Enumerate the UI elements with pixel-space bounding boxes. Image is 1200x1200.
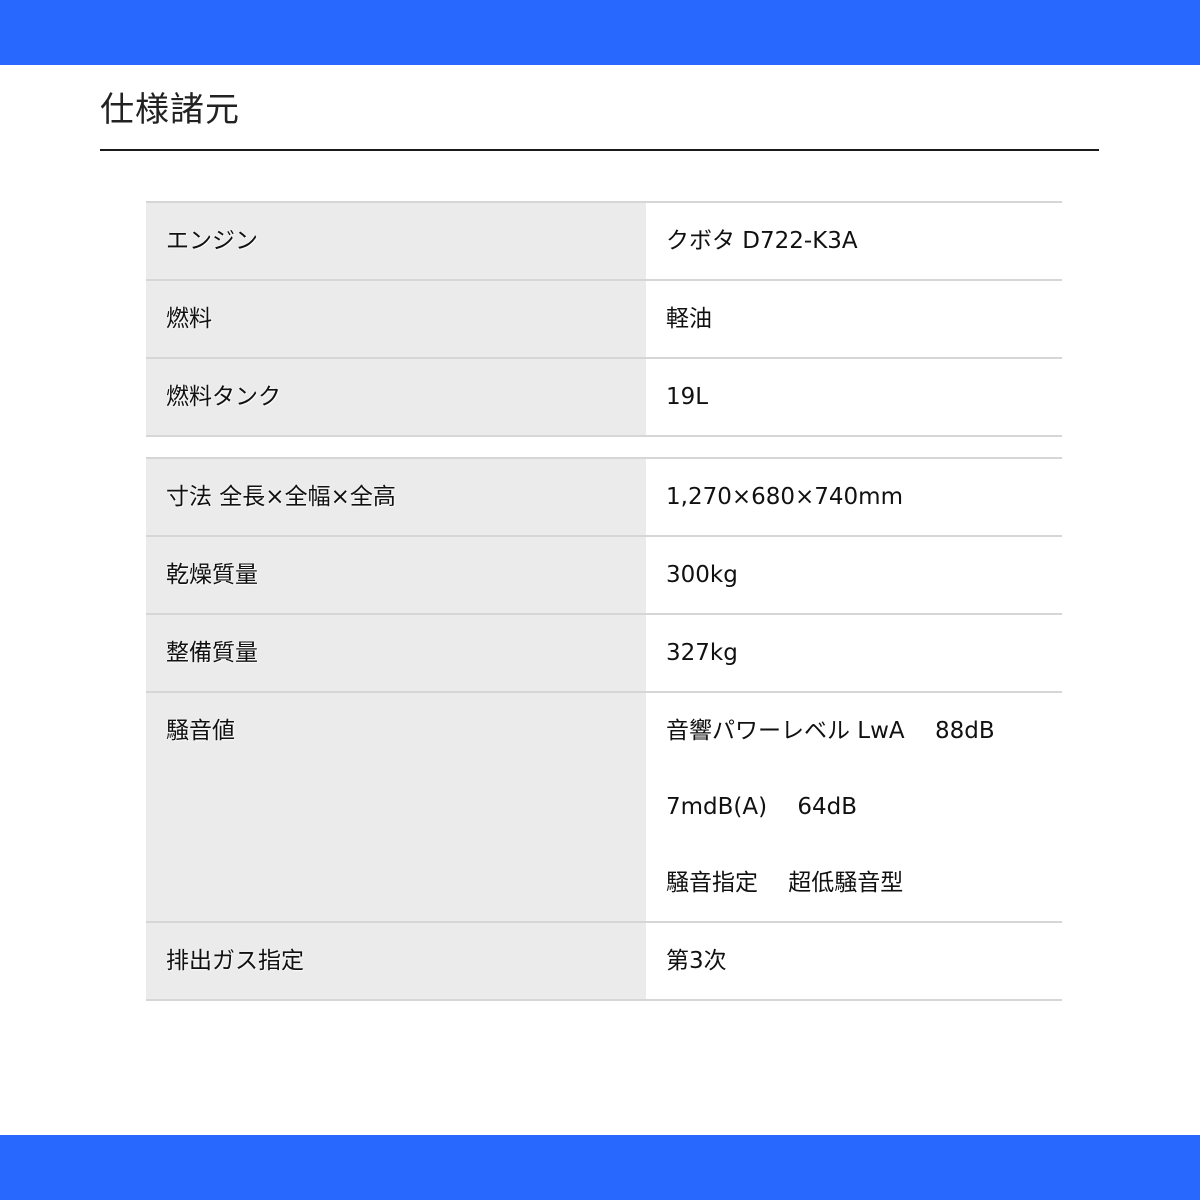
spec-label-service-mass: 整備質量	[146, 614, 646, 692]
spec-label-noise: 騒音値	[146, 692, 646, 922]
table-row: 燃料タンク 19L	[146, 358, 1062, 436]
spec-label-engine: エンジン	[146, 202, 646, 280]
spec-label-dimensions: 寸法 全長×全幅×全高	[146, 458, 646, 536]
noise-7m-level: 7mdB(A) 64dB	[666, 794, 858, 820]
spec-value-noise: 音響パワーレベル LwA 88dB 7mdB(A) 64dB 騒音指定 超低騒音…	[646, 692, 1062, 922]
title-divider	[100, 149, 1099, 151]
noise-sound-power-level: 音響パワーレベル LwA 88dB	[666, 718, 995, 744]
table-row: 騒音値 音響パワーレベル LwA 88dB 7mdB(A) 64dB 騒音指定 …	[146, 692, 1062, 922]
spec-table-dimensions: 寸法 全長×全幅×全高 1,270×680×740mm 乾燥質量 300kg 整…	[146, 457, 1062, 1001]
table-row: 寸法 全長×全幅×全高 1,270×680×740mm	[146, 458, 1062, 536]
page-title: 仕様諸元	[100, 90, 240, 130]
spec-label-dry-mass: 乾燥質量	[146, 536, 646, 614]
bottom-accent-bar	[0, 1135, 1200, 1200]
spec-value-emission: 第3次	[646, 922, 1062, 1000]
table-row: 整備質量 327kg	[146, 614, 1062, 692]
spec-value-fuel-tank: 19L	[646, 358, 1062, 436]
table-row: 乾燥質量 300kg	[146, 536, 1062, 614]
spec-value-engine: クボタ D722-K3A	[646, 202, 1062, 280]
spec-table-engine: エンジン クボタ D722-K3A 燃料 軽油 燃料タンク 19L	[146, 201, 1062, 437]
table-row: 排出ガス指定 第3次	[146, 922, 1062, 1000]
table-row: 燃料 軽油	[146, 280, 1062, 358]
spec-value-fuel: 軽油	[646, 280, 1062, 358]
noise-designation: 騒音指定 超低騒音型	[666, 870, 904, 896]
spec-label-fuel: 燃料	[146, 280, 646, 358]
top-accent-bar	[0, 0, 1200, 65]
table-row: エンジン クボタ D722-K3A	[146, 202, 1062, 280]
spec-value-service-mass: 327kg	[646, 614, 1062, 692]
spec-value-dry-mass: 300kg	[646, 536, 1062, 614]
spec-value-dimensions: 1,270×680×740mm	[646, 458, 1062, 536]
spec-label-emission: 排出ガス指定	[146, 922, 646, 1000]
spec-label-fuel-tank: 燃料タンク	[146, 358, 646, 436]
